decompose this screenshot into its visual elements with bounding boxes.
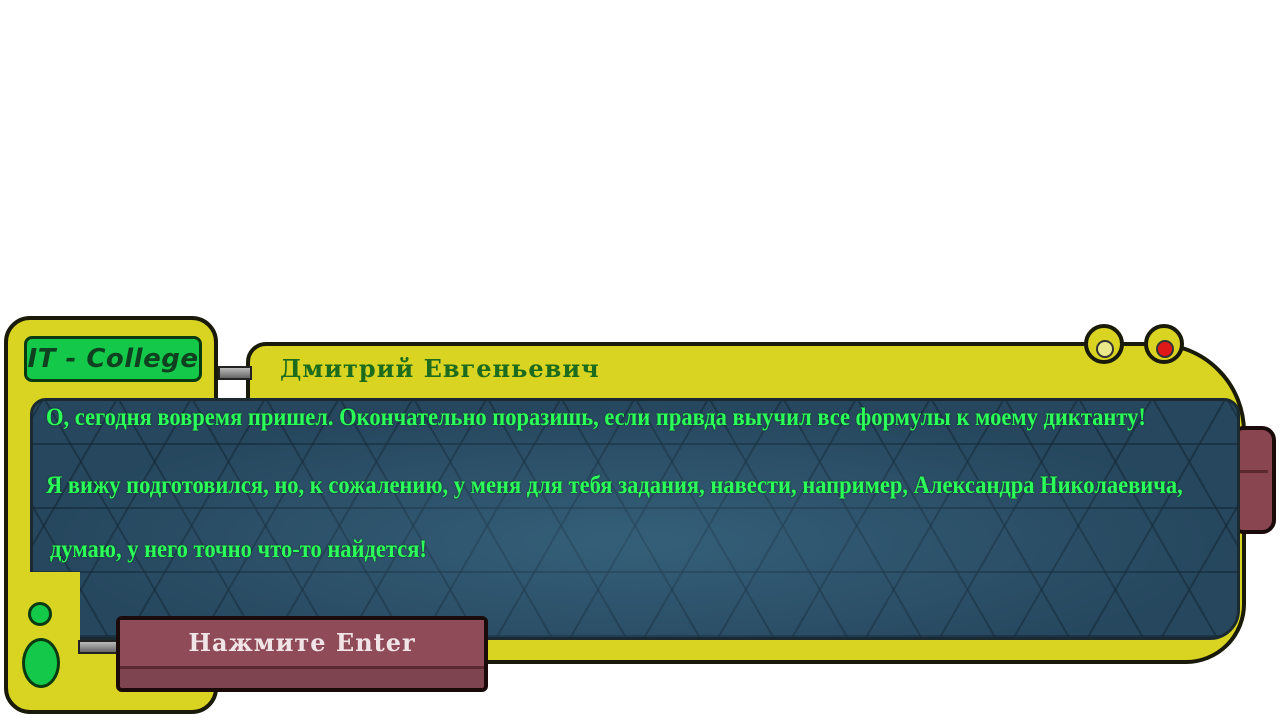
dialog-line: О, сегодня вовремя пришел. Окончательно … bbox=[46, 404, 1146, 431]
yellow-light-icon bbox=[1096, 340, 1114, 358]
dialog-line: думаю, у него точно что-то найдется! bbox=[50, 536, 427, 563]
dialog-screen bbox=[30, 398, 1240, 640]
college-logo: IT - College bbox=[24, 336, 202, 382]
yellow-light-knob bbox=[1084, 324, 1124, 364]
green-led-icon bbox=[28, 602, 52, 626]
red-light-icon bbox=[1156, 340, 1174, 358]
speaker-name: Дмитрий Евгеньевич bbox=[280, 354, 600, 383]
dialog-box: IT - College Дмитрий Евгеньевич О, сегод… bbox=[0, 300, 1280, 720]
green-led-large-icon bbox=[22, 638, 60, 688]
press-enter-label: Нажмите Enter bbox=[188, 628, 416, 657]
dialog-line: Я вижу подготовился, но, к сожалению, у … bbox=[46, 472, 1183, 499]
connector-pin bbox=[218, 366, 252, 380]
press-enter-button[interactable]: Нажмите Enter bbox=[116, 616, 488, 692]
red-light-knob bbox=[1144, 324, 1184, 364]
